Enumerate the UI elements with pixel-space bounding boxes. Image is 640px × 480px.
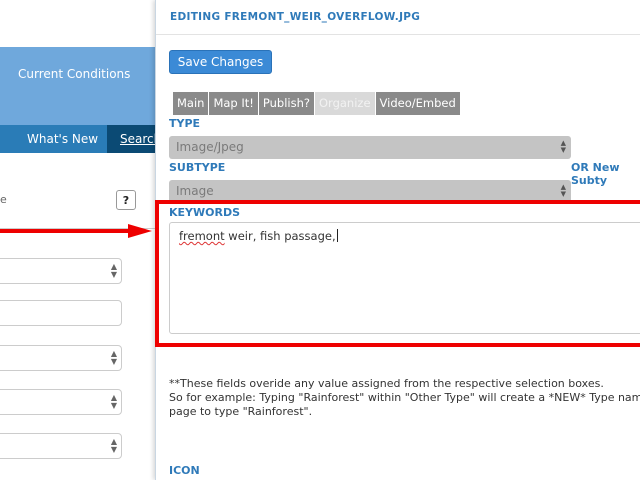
tab-publish[interactable]: Publish? [258,92,315,115]
keywords-textarea[interactable]: fremont weir, fish passage, [169,222,640,334]
subtype-select-value: Image [176,184,214,198]
nav-search[interactable]: Search [107,125,161,153]
keywords-label: KEYWORDS [169,206,241,219]
subtype-select[interactable]: Image ▲ ▼ [169,180,571,203]
select-arrows-icon: ▲ ▼ [110,393,117,410]
tab-main[interactable]: Main [173,92,210,115]
select-arrows-icon: ▲ ▼ [110,437,117,454]
red-arrow-icon [0,224,152,238]
override-note: **These fields overide any value assigne… [169,377,640,419]
header-band: Current Conditions [0,47,155,125]
select-arrows-icon: ▲ ▼ [560,183,566,198]
select-arrows-icon: ▲ ▼ [560,139,566,154]
save-changes-button[interactable]: Save Changes [169,50,272,74]
edit-modal: EDITING FREMONT_WEIR_OVERFLOW.JPG Save C… [155,0,640,480]
select-arrows-icon: ▲ ▼ [110,349,117,366]
subtype-label: SUBTYPE [169,161,226,174]
note-line-1: **These fields overide any value assigne… [169,377,604,390]
edit-tabs: Main Map It! Publish? Organize Video/Emb… [173,92,461,115]
keywords-value-rest: weir, fish passage, [224,229,336,243]
misspelled-word: fremont [179,229,225,243]
note-line-3: page to type "Rainforest". [169,405,313,418]
filter-select-3[interactable]: ▲ ▼ [0,389,122,415]
text-caret [336,229,338,242]
select-arrows-icon: ▲ ▼ [110,262,117,279]
current-conditions-link[interactable]: Current Conditions [18,67,130,81]
type-select[interactable]: Image/Jpeg ▲ ▼ [169,136,571,159]
tab-map-it[interactable]: Map It! [209,92,259,115]
filter-select-4[interactable]: ▲ ▼ [0,433,122,459]
icon-label: ICON [169,464,200,477]
main-nav: What's New Search [0,125,161,153]
filter-select-2[interactable]: ▲ ▼ [0,345,122,371]
filter-select-1[interactable]: ▲ ▼ [0,258,122,284]
tab-video-embed[interactable]: Video/Embed [375,92,461,115]
tab-organize[interactable]: Organize [315,92,376,115]
help-button[interactable]: ? [116,190,136,210]
note-line-2: So for example: Typing "Rainforest" with… [169,391,640,404]
type-label: TYPE [169,117,201,130]
nav-whats-new[interactable]: What's New [27,132,98,146]
keywords-value: fremont weir, fish passage, [179,229,338,243]
title-divider [156,34,640,35]
new-subtype-label: OR New Subty [571,161,620,187]
filter-input-1[interactable] [0,300,122,326]
modal-title: EDITING FREMONT_WEIR_OVERFLOW.JPG [170,11,421,23]
panel-label: e [0,193,7,206]
type-select-value: Image/Jpeg [176,140,244,154]
